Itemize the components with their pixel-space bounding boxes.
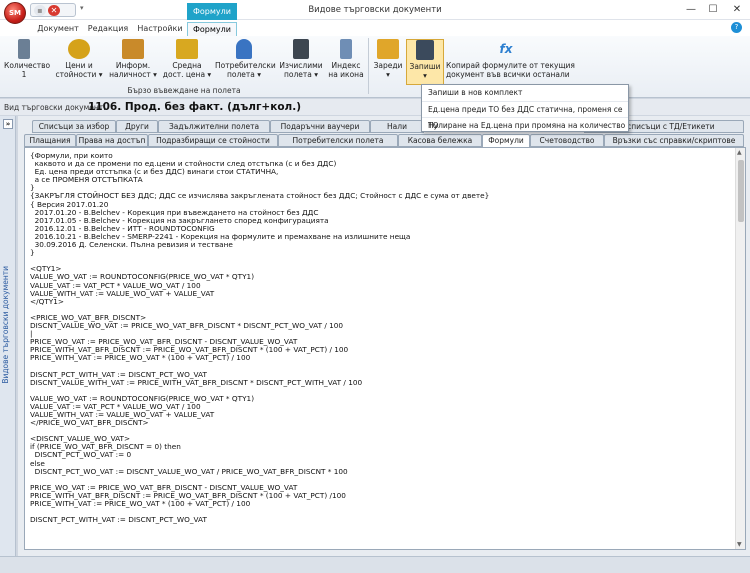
tab-formulas-content[interactable]: Формули: [482, 134, 530, 148]
tab-receipt[interactable]: Касова бележка: [398, 134, 482, 147]
code-line: DISCNT_VALUE_WO_VAT := PRICE_WO_VAT_BFR_…: [30, 320, 344, 330]
code-line: if (PRICE_WO_VAT_BFR_DISCNT = 0) then: [30, 442, 181, 452]
code-line: DISCNT_VALUE_WITH_VAT := PRICE_WITH_VAT_…: [30, 377, 363, 387]
maximize-button[interactable]: ☐: [702, 3, 724, 17]
avg-cost-label: Средна дост. цена ▾: [162, 61, 212, 79]
availability-button[interactable]: Информ. наличност ▾: [108, 39, 158, 85]
coin-stack-icon: [176, 39, 198, 59]
fx-icon: fx: [499, 42, 513, 56]
tab-formulas[interactable]: Формули: [187, 22, 237, 36]
prices-values-button[interactable]: Цени и стойности ▾: [55, 39, 103, 85]
code-line: </QTY1>: [30, 296, 64, 306]
tab-required-fields[interactable]: Задължителни полета: [158, 120, 270, 133]
tab-other[interactable]: Други: [116, 120, 158, 133]
ribbon-group-label: Бързо въвеждане на полета: [127, 86, 241, 95]
load-label: Зареди ▾: [373, 61, 403, 79]
menu-item-static-price[interactable]: Ед.цена преди ТО без ДДС статична, проме…: [422, 101, 628, 130]
formula-text[interactable]: {Формули, при които каквото и да се пром…: [30, 151, 730, 525]
scroll-down-icon[interactable]: ▼: [737, 541, 742, 548]
ribbon-tab-strip: Документ Редакция Настройки Формули ?: [0, 20, 750, 36]
code-line: а се ПРОМЕНЯ ОТСТЪПКАТА: [30, 175, 143, 185]
doc-type-value: 1106. Прод. без факт. (дълг+кол.): [88, 101, 302, 113]
icon-index-label: Индекс на икона: [328, 61, 364, 79]
tab-access-rights[interactable]: Права на достъп: [76, 134, 148, 147]
tab-row-2: Плащания Права на достъп Подразбиращи се…: [24, 134, 746, 148]
user-fields-button[interactable]: Потребителски полета ▾: [215, 39, 276, 85]
title-bar: SM ▪ ✕ ▾ Формули Видове търговски докуме…: [0, 0, 750, 24]
availability-label: Информ. наличност ▾: [109, 61, 157, 79]
code-line: {ЗАКРЪГЛЯ СТОЙНОСТ БЕЗ ДДС; ДДС се изчис…: [30, 191, 490, 201]
tab-selection-lists[interactable]: Списъци за избор: [32, 120, 116, 133]
formula-editor[interactable]: {Формули, при които каквото и да се пром…: [24, 147, 746, 550]
tab-row-1: Списъци за избор Други Задължителни поле…: [24, 120, 746, 133]
tab-edit[interactable]: Редакция: [86, 22, 130, 36]
doc-type-bar: Вид търговски документ: 1106. Прод. без …: [0, 99, 750, 115]
code-line: PRICE_WITH_VAT := PRICE_WO_VAT * (100 + …: [30, 353, 251, 363]
code-line: }: [30, 248, 35, 258]
code-line: PRICE_WITH_VAT := PRICE_WO_VAT * (100 + …: [30, 499, 251, 509]
code-line: DISCNT_PCT_WITH_VAT := DISCNT_PCT_WO_VAT: [30, 515, 207, 525]
prices-values-label: Цени и стойности ▾: [55, 61, 103, 79]
menu-item-reset-price[interactable]: Нулиране на Ед.цена при промяна на колич…: [422, 117, 628, 133]
code-line: </PRICE_WO_VAT_BFR_DISCNT>: [30, 418, 149, 428]
calc-fields-button[interactable]: Изчислими полета ▾: [278, 39, 324, 85]
tab-reports-links[interactable]: Връзки със справки/скриптове: [604, 134, 744, 147]
save-label: Запиши ▾: [409, 62, 441, 80]
floppy-icon: [416, 40, 434, 60]
tab-accounting[interactable]: Счетоводство: [530, 134, 604, 147]
calculator-icon: [18, 39, 30, 59]
tab-payments[interactable]: Плащания: [24, 134, 76, 147]
tab-gift-vouchers[interactable]: Подаръчни ваучери: [270, 120, 370, 133]
coins-icon: [68, 39, 90, 59]
save-dropdown-menu: Запиши в нов комплект Ед.цена преди ТО б…: [421, 84, 629, 132]
menu-item-save-new[interactable]: Запиши в нов комплект: [422, 85, 628, 101]
minimize-button[interactable]: —: [680, 3, 702, 17]
tab-default-values[interactable]: Подразбиращи се стойности: [148, 134, 278, 147]
counter-icon: [293, 39, 309, 59]
window-title: Видове търговски документи: [308, 5, 442, 15]
tab-availability[interactable]: Нали: [370, 120, 424, 133]
side-panel-label[interactable]: Видове търговски документи: [1, 266, 15, 384]
code-line: DISCNT_PCT_WO_VAT := 0: [30, 450, 132, 460]
icon-index-button[interactable]: Индекс на икона: [328, 39, 364, 85]
ribbon: Количество 1 Цени и стойности ▾ Информ. …: [0, 36, 750, 98]
tab-settings[interactable]: Настройки: [136, 22, 184, 36]
avg-cost-button[interactable]: Средна дост. цена ▾: [162, 39, 212, 85]
load-button[interactable]: Зареди ▾: [372, 39, 404, 85]
user-icon: [236, 39, 252, 59]
status-bar: [0, 556, 750, 573]
tab-user-fields[interactable]: Потребителски полета: [278, 134, 398, 147]
folder-icon: [377, 39, 399, 59]
code-line: 30.09.2016 Д. Селенски. Пълна ревизия и …: [30, 240, 233, 250]
expand-panel-icon[interactable]: »: [3, 119, 13, 129]
main-content: Списъци за избор Други Задължителни поле…: [18, 116, 750, 573]
tab-document[interactable]: Документ: [36, 22, 80, 36]
scroll-up-icon[interactable]: ▲: [737, 149, 742, 156]
help-icon[interactable]: ?: [731, 22, 742, 33]
code-line: DISCNT_PCT_WO_VAT := DISCNT_VALUE_WO_VAT…: [30, 466, 348, 476]
save-button[interactable]: Запиши ▾: [406, 39, 444, 85]
copy-formulas-button[interactable]: fx Копирай формулите от текущия документ…: [446, 39, 575, 85]
calc-fields-label: Изчислими полета ▾: [279, 61, 323, 79]
side-panel: » Видове търговски документи: [0, 116, 16, 573]
vertical-scrollbar[interactable]: ▲ ▼: [735, 148, 745, 549]
close-button[interactable]: ✕: [726, 3, 748, 17]
app-menu-button[interactable]: SM: [4, 2, 26, 24]
user-fields-label: Потребителски полета ▾: [215, 61, 276, 79]
phone-icon: [340, 39, 352, 59]
boxes-icon: [122, 39, 144, 59]
quantity-button-label: Количество 1: [4, 61, 51, 79]
ribbon-separator: [368, 38, 369, 94]
code-line: VALUE_WITH_VAT := VALUE_WO_VAT + VALUE_V…: [30, 288, 215, 298]
quantity-button[interactable]: Количество 1: [4, 39, 50, 85]
copy-formulas-label: Копирай формулите от текущия документ въ…: [446, 61, 575, 79]
scroll-thumb[interactable]: [738, 160, 744, 222]
